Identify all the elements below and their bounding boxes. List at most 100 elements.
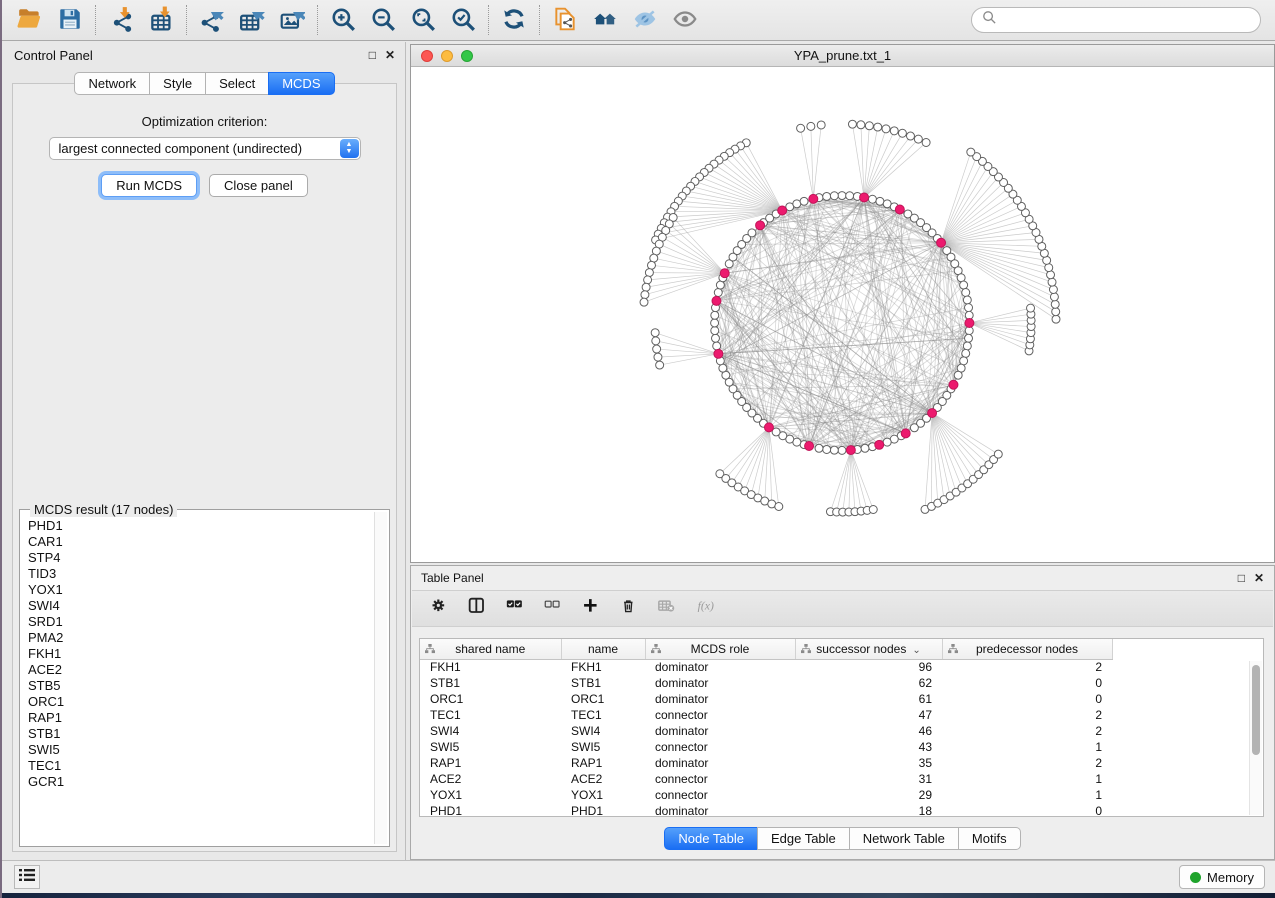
- column-header-predecessor-nodes[interactable]: predecessor nodes: [942, 639, 1112, 659]
- cell-MCDS-role[interactable]: dominator: [645, 723, 795, 739]
- network-canvas[interactable]: [411, 67, 1274, 562]
- mcds-result-item[interactable]: STP4: [28, 550, 373, 566]
- zoom-out-button[interactable]: [363, 3, 403, 37]
- float-table-panel-icon[interactable]: □: [1238, 572, 1245, 584]
- hide-selected-button[interactable]: [625, 3, 665, 37]
- cell-successor-nodes[interactable]: 61: [795, 691, 942, 707]
- cell-name[interactable]: RAP1: [561, 755, 645, 771]
- cell-MCDS-role[interactable]: dominator: [645, 691, 795, 707]
- cell-successor-nodes[interactable]: 62: [795, 675, 942, 691]
- mcds-result-item[interactable]: YOX1: [28, 582, 373, 598]
- mcds-result-item[interactable]: FKH1: [28, 646, 373, 662]
- mcds-result-scrollbar[interactable]: [374, 512, 387, 844]
- column-settings-button[interactable]: [426, 595, 454, 623]
- cell-predecessor-nodes[interactable]: 2: [942, 755, 1112, 771]
- table-row[interactable]: ACE2ACE2connector311: [420, 771, 1112, 787]
- cell-successor-nodes[interactable]: 31: [795, 771, 942, 787]
- cell-name[interactable]: SWI5: [561, 739, 645, 755]
- mcds-result-item[interactable]: ORC1: [28, 694, 373, 710]
- column-header-successor-nodes[interactable]: successor nodes⌄: [795, 639, 942, 659]
- cell-successor-nodes[interactable]: 46: [795, 723, 942, 739]
- mcds-result-item[interactable]: SRD1: [28, 614, 373, 630]
- table-scrollbar-track[interactable]: [1249, 661, 1262, 815]
- table-row[interactable]: FKH1FKH1dominator962: [420, 659, 1112, 675]
- cell-MCDS-role[interactable]: dominator: [645, 675, 795, 691]
- cell-predecessor-nodes[interactable]: 1: [942, 739, 1112, 755]
- mcds-result-item[interactable]: RAP1: [28, 710, 373, 726]
- tab-network[interactable]: Network: [74, 72, 149, 95]
- import-network-button[interactable]: [101, 3, 141, 37]
- close-panel-button[interactable]: Close panel: [209, 174, 308, 197]
- cell-name[interactable]: SWI4: [561, 723, 645, 739]
- cell-shared-name[interactable]: SWI5: [420, 739, 561, 755]
- first-neighbors-button[interactable]: [585, 3, 625, 37]
- cell-shared-name[interactable]: FKH1: [420, 659, 561, 675]
- cell-successor-nodes[interactable]: 35: [795, 755, 942, 771]
- cell-shared-name[interactable]: STB1: [420, 675, 561, 691]
- mcds-result-item[interactable]: GCR1: [28, 774, 373, 790]
- cell-predecessor-nodes[interactable]: 0: [942, 675, 1112, 691]
- refresh-button[interactable]: [494, 3, 534, 37]
- add-column-button[interactable]: [578, 595, 606, 623]
- cell-successor-nodes[interactable]: 29: [795, 787, 942, 803]
- cell-name[interactable]: YOX1: [561, 787, 645, 803]
- cell-MCDS-role[interactable]: dominator: [645, 755, 795, 771]
- cell-predecessor-nodes[interactable]: 2: [942, 707, 1112, 723]
- mcds-result-item[interactable]: STB5: [28, 678, 373, 694]
- tab-network-table[interactable]: Network Table: [849, 827, 958, 850]
- table-row[interactable]: PHD1PHD1dominator180: [420, 803, 1112, 817]
- export-table-button[interactable]: [232, 3, 272, 37]
- table-scrollbar-thumb[interactable]: [1252, 665, 1260, 755]
- open-file-button[interactable]: [10, 3, 50, 37]
- tab-motifs[interactable]: Motifs: [958, 827, 1021, 850]
- cell-name[interactable]: FKH1: [561, 659, 645, 675]
- cell-name[interactable]: ORC1: [561, 691, 645, 707]
- cell-shared-name[interactable]: ACE2: [420, 771, 561, 787]
- cell-successor-nodes[interactable]: 47: [795, 707, 942, 723]
- save-session-button[interactable]: [50, 3, 90, 37]
- memory-button[interactable]: Memory: [1179, 865, 1265, 889]
- cell-predecessor-nodes[interactable]: 0: [942, 691, 1112, 707]
- mcds-result-item[interactable]: TID3: [28, 566, 373, 582]
- mcds-result-item[interactable]: SWI4: [28, 598, 373, 614]
- mcds-result-item[interactable]: STB1: [28, 726, 373, 742]
- float-panel-icon[interactable]: □: [369, 49, 376, 61]
- export-image-button[interactable]: [272, 3, 312, 37]
- close-panel-icon[interactable]: ✕: [385, 49, 395, 61]
- task-history-button[interactable]: [14, 865, 40, 889]
- table-row[interactable]: YOX1YOX1connector291: [420, 787, 1112, 803]
- mcds-result-item[interactable]: PMA2: [28, 630, 373, 646]
- column-header-shared-name[interactable]: shared name: [420, 639, 561, 659]
- cell-MCDS-role[interactable]: connector: [645, 739, 795, 755]
- cell-shared-name[interactable]: ORC1: [420, 691, 561, 707]
- table-row[interactable]: STB1STB1dominator620: [420, 675, 1112, 691]
- tab-edge-table[interactable]: Edge Table: [757, 827, 849, 850]
- table-row[interactable]: ORC1ORC1dominator610: [420, 691, 1112, 707]
- cell-MCDS-role[interactable]: dominator: [645, 659, 795, 675]
- cell-shared-name[interactable]: YOX1: [420, 787, 561, 803]
- column-header-MCDS-role[interactable]: MCDS role: [645, 639, 795, 659]
- deselect-all-rows-button[interactable]: [540, 595, 568, 623]
- import-table-button[interactable]: [141, 3, 181, 37]
- close-table-panel-icon[interactable]: ✕: [1254, 572, 1264, 584]
- cell-predecessor-nodes[interactable]: 2: [942, 659, 1112, 675]
- cell-shared-name[interactable]: TEC1: [420, 707, 561, 723]
- cell-name[interactable]: ACE2: [561, 771, 645, 787]
- cell-predecessor-nodes[interactable]: 2: [942, 723, 1112, 739]
- cell-predecessor-nodes[interactable]: 1: [942, 787, 1112, 803]
- mcds-result-item[interactable]: CAR1: [28, 534, 373, 550]
- cell-shared-name[interactable]: PHD1: [420, 803, 561, 817]
- tab-node-table[interactable]: Node Table: [664, 827, 757, 850]
- table-row[interactable]: RAP1RAP1dominator352: [420, 755, 1112, 771]
- table-row[interactable]: TEC1TEC1connector472: [420, 707, 1112, 723]
- export-network-button[interactable]: [192, 3, 232, 37]
- mcds-result-item[interactable]: PHD1: [28, 518, 373, 534]
- cell-successor-nodes[interactable]: 96: [795, 659, 942, 675]
- run-mcds-button[interactable]: Run MCDS: [101, 174, 197, 197]
- tab-select[interactable]: Select: [205, 72, 268, 95]
- column-header-name[interactable]: name: [561, 639, 645, 659]
- split-view-button[interactable]: [464, 595, 492, 623]
- search-input[interactable]: [997, 13, 1250, 28]
- cell-successor-nodes[interactable]: 18: [795, 803, 942, 817]
- cell-name[interactable]: PHD1: [561, 803, 645, 817]
